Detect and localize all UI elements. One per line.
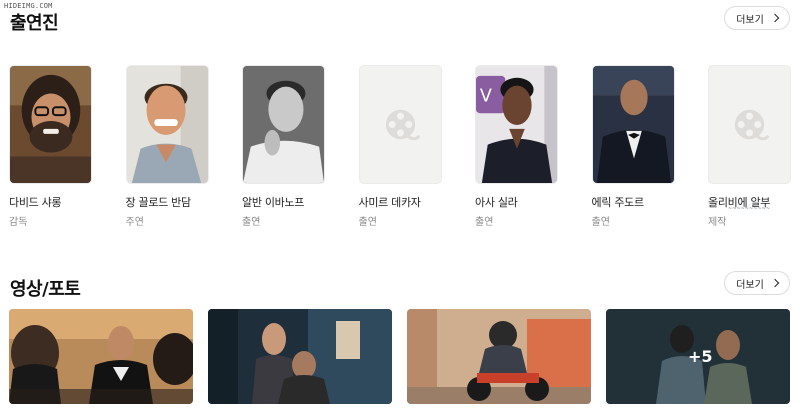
- cast-card[interactable]: 사미르 데카자 출연: [358, 65, 442, 228]
- cast-section-title: 출연진: [10, 13, 59, 34]
- cast-card[interactable]: 알반 이바노프 출연: [242, 65, 325, 228]
- cast-card[interactable]: 장 끌로드 반담 주연: [125, 65, 209, 228]
- cast-name: 다비드 샤롱: [9, 196, 62, 209]
- cast-photo: [9, 65, 92, 184]
- media-list: +5: [9, 309, 790, 404]
- cast-role: 출연: [358, 217, 377, 228]
- media-more-count: +5: [688, 347, 713, 366]
- cast-list: 다비드 샤롱 감독 장 끌로드 반담 주연 알반 이바노프 출연 사미르 데카자…: [9, 65, 791, 228]
- cast-name: 에릭 주도르: [591, 196, 645, 209]
- cast-name: 아사 실라: [475, 196, 518, 209]
- media-more-button[interactable]: 더보기: [724, 271, 790, 295]
- cast-role: 감독: [9, 217, 28, 228]
- media-thumbnail[interactable]: [9, 309, 193, 404]
- cast-name: 알반 이바노프: [242, 196, 305, 209]
- cast-photo-placeholder: [358, 65, 442, 184]
- svg-text:V: V: [480, 86, 492, 106]
- cast-role: 출연: [242, 217, 261, 228]
- cast-photo: [242, 65, 325, 184]
- cast-card[interactable]: V 아사 실라 출연: [475, 65, 558, 228]
- cast-name: 사미르 데카자: [358, 196, 421, 209]
- cast-more-button[interactable]: 더보기: [724, 6, 790, 30]
- chevron-right-icon: [770, 278, 780, 288]
- film-reel-icon: [709, 66, 790, 183]
- media-thumbnail[interactable]: [407, 309, 591, 404]
- cast-card[interactable]: 올리비에 알부 제작: [708, 65, 791, 228]
- scribble-mark: ~~~~~~~~~~: [728, 206, 770, 212]
- media-thumbnail-more[interactable]: +5: [606, 309, 790, 404]
- cast-role: 주연: [125, 217, 144, 228]
- cast-photo: V: [475, 65, 558, 184]
- cast-photo: [591, 65, 675, 184]
- cast-role: 출연: [591, 217, 610, 228]
- media-thumbnail[interactable]: [208, 309, 392, 404]
- cast-photo: [125, 65, 209, 184]
- cast-more-label: 더보기: [736, 14, 764, 26]
- media-section-title: 영상/포토: [10, 279, 81, 300]
- media-more-label: 더보기: [736, 279, 764, 291]
- cast-role: 출연: [475, 217, 494, 228]
- cast-photo-placeholder: [708, 65, 791, 184]
- chevron-right-icon: [770, 13, 780, 23]
- cast-role: 제작: [708, 217, 727, 228]
- film-reel-icon: [359, 66, 441, 183]
- cast-name: 장 끌로드 반담: [125, 196, 192, 209]
- cast-card[interactable]: 에릭 주도르 출연: [591, 65, 675, 228]
- cast-card[interactable]: 다비드 샤롱 감독: [9, 65, 92, 228]
